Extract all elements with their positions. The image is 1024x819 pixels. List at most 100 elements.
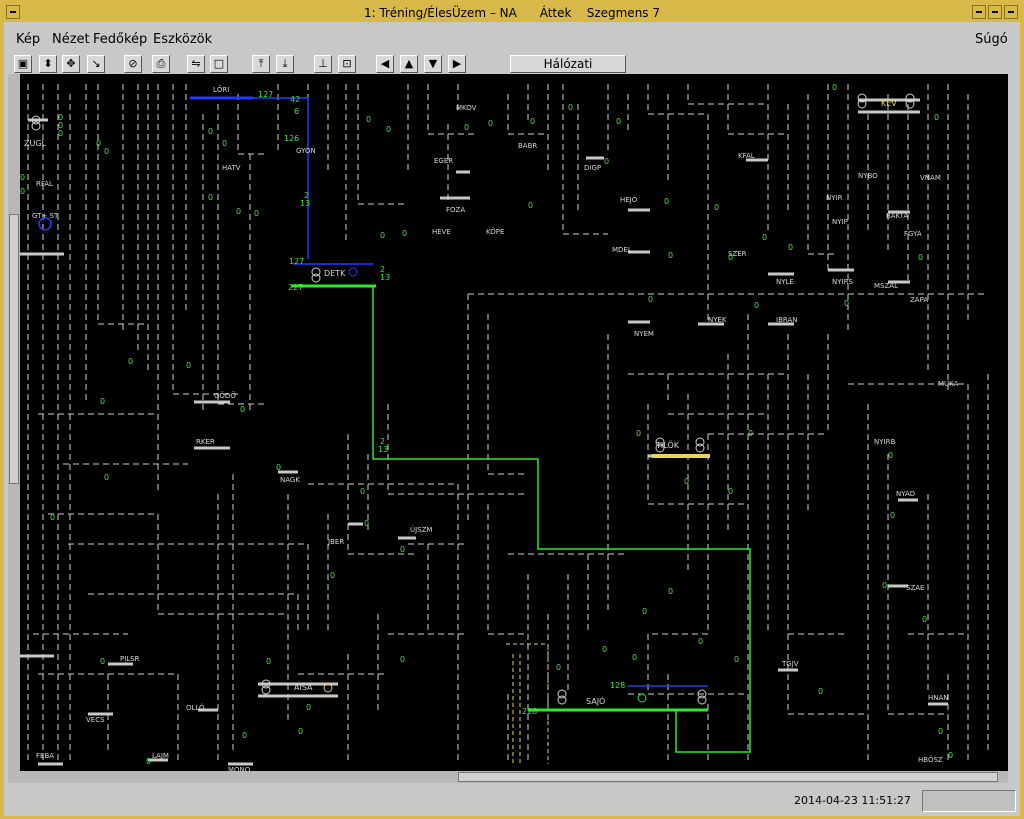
svg-text:0: 0 [488,119,493,128]
svg-text:SZAE: SZAE [906,584,924,592]
compass-icon[interactable]: ⊘ [124,55,142,73]
svg-text:0: 0 [380,231,385,240]
svg-text:0: 0 [20,173,25,182]
svg-text:NYÉK: NYÉK [708,315,727,324]
svg-text:0: 0 [400,655,405,664]
svg-text:NYIP: NYIP [832,218,848,226]
svg-text:DIGP: DIGP [584,164,601,172]
svg-text:GYON: GYON [296,147,316,155]
layer-down-icon[interactable]: ⤓ [276,55,294,73]
svg-text:0: 0 [890,511,895,520]
station-buses [20,98,948,766]
svg-text:AISA: AISA [294,683,313,692]
title-bar[interactable]: 1: Tréning/ÉlesÜzem – NA Áttek Szegmens … [4,4,1020,22]
pan-icon[interactable]: ✥ [62,55,80,73]
close-button[interactable] [1004,5,1018,19]
zoom-arrow-icon[interactable]: ↘ [87,55,105,73]
disconnector-icon[interactable]: ⊡ [338,55,356,73]
svg-text:0: 0 [208,193,213,202]
svg-text:0: 0 [888,451,893,460]
svg-text:0: 0 [684,477,689,486]
arrow-right-icon[interactable]: ▶ [448,55,466,73]
print-icon[interactable]: ⎙ [152,55,170,73]
svg-text:NYEM: NYEM [634,330,654,338]
svg-text:0: 0 [242,731,247,740]
status-timestamp: 2014-04-23 11:51:27 [794,794,911,807]
svg-text:0: 0 [104,147,109,156]
svg-text:0: 0 [266,657,271,666]
svg-text:13: 13 [300,199,310,208]
arrow-left-icon[interactable]: ◀ [376,55,394,73]
arrow-down-icon[interactable]: ▼ [424,55,442,73]
svg-text:FEBA: FEBA [36,752,54,760]
svg-text:0: 0 [100,397,105,406]
svg-text:EGER: EGER [434,157,453,165]
maximize-button[interactable] [988,5,1002,19]
svg-text:ZAPA: ZAPA [910,296,928,304]
svg-text:0: 0 [556,663,561,672]
svg-text:0: 0 [632,653,637,662]
zoom-vertical-icon[interactable]: ⬍ [39,55,57,73]
svg-text:FGYA: FGYA [904,230,922,238]
fit-view-icon[interactable]: ▣ [14,55,32,73]
minimize-button[interactable] [972,5,986,19]
frame-icon[interactable]: □ [210,55,228,73]
horizontal-scrollbar[interactable] [8,771,1008,783]
arrow-up-icon[interactable]: ▲ [400,55,418,73]
status-input-field[interactable] [922,790,1016,812]
swap-icon[interactable]: ⇋ [187,55,205,73]
svg-text:MDEL: MDEL [612,246,632,254]
svg-text:MSZAL: MSZAL [874,282,898,290]
menu-sugo[interactable]: Súgó [975,32,1008,47]
vertical-scroll-thumb[interactable] [9,214,19,484]
svg-text:13: 13 [378,445,388,454]
svg-text:0: 0 [236,207,241,216]
svg-text:0: 0 [96,139,101,148]
horizontal-scroll-thumb[interactable] [458,772,998,782]
svg-text:0: 0 [844,299,849,308]
svg-text:PILSR: PILSR [120,655,140,663]
blue-line [194,97,309,259]
menu-eszkozok[interactable]: Eszközök [153,32,212,47]
svg-text:42: 42 [290,95,300,104]
menu-nezet[interactable]: Nézet [52,32,90,47]
menu-fedokep[interactable]: Fedőkép [93,32,147,47]
dashed-network-lines [27,84,989,764]
svg-text:0: 0 [222,139,227,148]
svg-text:NYAD: NYAD [896,490,915,498]
svg-text:0: 0 [360,487,365,496]
svg-text:0: 0 [128,357,133,366]
svg-text:VNAM: VNAM [920,174,941,182]
svg-text:0: 0 [240,405,245,414]
svg-text:0: 0 [832,83,837,92]
svg-text:FOZA: FOZA [446,206,465,214]
svg-text:IBRAN: IBRAN [776,316,797,324]
svg-text:ZUGL: ZUGL [24,139,47,148]
layer-up-icon[interactable]: ⤒ [252,55,270,73]
svg-text:0: 0 [922,615,927,624]
svg-text:126: 126 [284,134,299,143]
svg-text:NYIRB: NYIRB [874,438,895,446]
network-islands-button[interactable]: Hálózati szigetek [510,55,626,87]
svg-text:KEV: KEV [881,99,897,108]
svg-text:0: 0 [208,127,213,136]
svg-text:0: 0 [918,253,923,262]
svg-text:128: 128 [610,681,625,690]
breaker-icon[interactable]: ⊥ [314,55,332,73]
svg-text:BABR: BABR [518,142,537,150]
svg-text:0: 0 [528,201,533,210]
network-diagram: LŐRI GYON DETK ZUGL RFAL GT+ ST HATV MKO… [20,83,989,774]
svg-text:0: 0 [788,243,793,252]
svg-text:0: 0 [668,587,673,596]
network-diagram-canvas[interactable]: LŐRI GYON DETK ZUGL RFAL GT+ ST HATV MKO… [8,74,1008,774]
svg-text:0: 0 [58,129,63,138]
svg-text:0: 0 [20,187,25,196]
svg-text:0: 0 [364,519,369,528]
menu-kep[interactable]: Kép [16,32,40,47]
svg-text:0: 0 [728,487,733,496]
svg-text:6: 6 [294,107,299,116]
zero-flow-markers: 000 0000 0000 0000 00 0 0 0000 000 0 0000 0… [20,83,953,766]
vertical-scrollbar[interactable] [8,74,20,774]
svg-text:MUKA: MUKA [938,380,959,388]
svg-text:0: 0 [186,361,191,370]
